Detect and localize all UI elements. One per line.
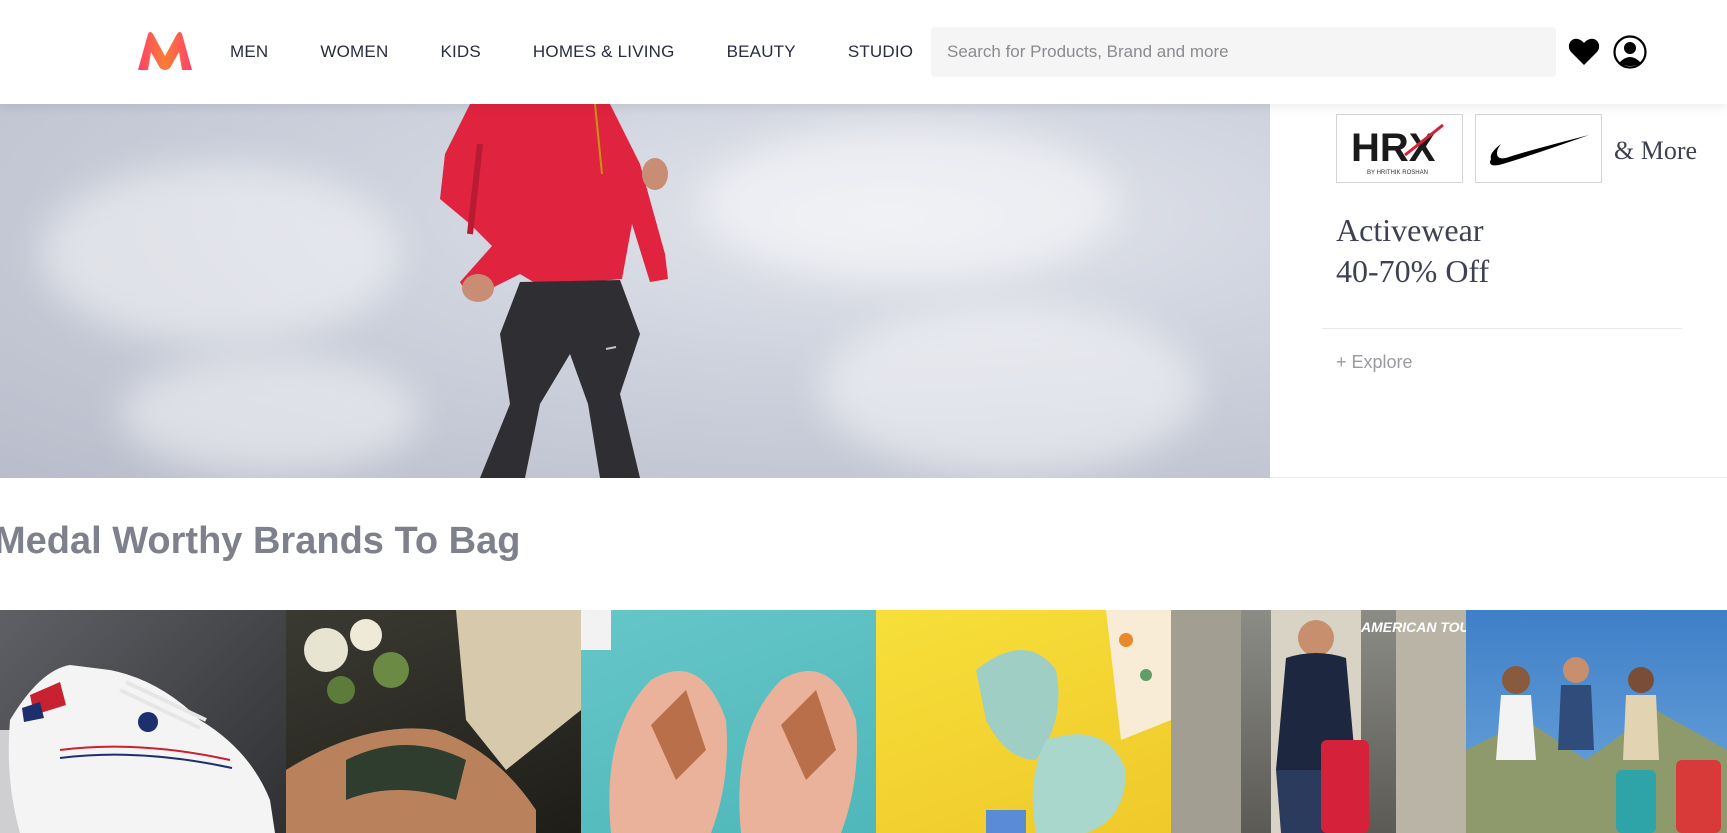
brand-tiles: AMERICAN TOURISTER xyxy=(0,610,1727,833)
nav-studio[interactable]: STUDIO xyxy=(848,42,913,62)
top-header: MEN WOMEN KIDS HOMES & LIVING BEAUTY STU… xyxy=(0,0,1727,104)
nav-beauty[interactable]: BEAUTY xyxy=(727,42,796,62)
promo-title: Activewear xyxy=(1336,212,1484,248)
main-nav: MEN WOMEN KIDS HOMES & LIVING BEAUTY STU… xyxy=(230,0,965,104)
myntra-logo[interactable] xyxy=(136,30,194,72)
brand-tile-flat-sandals[interactable] xyxy=(581,610,876,833)
nav-homes-living[interactable]: HOMES & LIVING xyxy=(533,42,675,62)
brand-tile-mules[interactable] xyxy=(876,610,1171,833)
nav-women[interactable]: WOMEN xyxy=(320,42,388,62)
wishlist-button[interactable] xyxy=(1566,34,1602,70)
brand-tile-casual-shoes[interactable] xyxy=(286,610,581,833)
heart-icon xyxy=(1568,38,1600,65)
nav-kids[interactable]: KIDS xyxy=(440,42,480,62)
user-icon xyxy=(1613,35,1647,69)
svg-text:BY HRITHIK ROSHAN: BY HRITHIK ROSHAN xyxy=(1367,170,1428,176)
nav-men[interactable]: MEN xyxy=(230,42,268,62)
promo-divider xyxy=(1322,328,1682,329)
section-title: Medal Worthy Brands To Bag xyxy=(0,520,521,562)
hrx-logo[interactable]: HRX BY HRITHIK ROSHAN xyxy=(1336,114,1463,183)
profile-button[interactable] xyxy=(1612,34,1648,70)
nike-logo[interactable] xyxy=(1475,114,1602,183)
brand-tile-travel-bags[interactable] xyxy=(1466,610,1727,833)
hero-promo-panel: HRX BY HRITHIK ROSHAN & More Activewear … xyxy=(1270,104,1727,478)
hero-runner-image xyxy=(0,104,1270,478)
svg-text:HRX: HRX xyxy=(1351,126,1436,170)
brand-tile-sneaker[interactable] xyxy=(0,610,286,833)
search-bar xyxy=(931,27,1556,77)
svg-text:AMERICAN TOURISTER: AMERICAN TOURISTER xyxy=(1360,619,1466,635)
promo-offer: 40-70% Off xyxy=(1336,253,1490,289)
hero-banner[interactable]: HRX BY HRITHIK ROSHAN & More Activewear … xyxy=(0,104,1727,478)
search-input[interactable] xyxy=(947,42,1556,62)
runner-figure xyxy=(440,104,668,478)
brand-tile-american-tourister[interactable]: AMERICAN TOURISTER xyxy=(1171,610,1466,833)
and-more-label: & More xyxy=(1614,136,1698,165)
explore-link[interactable]: + Explore xyxy=(1336,352,1413,373)
